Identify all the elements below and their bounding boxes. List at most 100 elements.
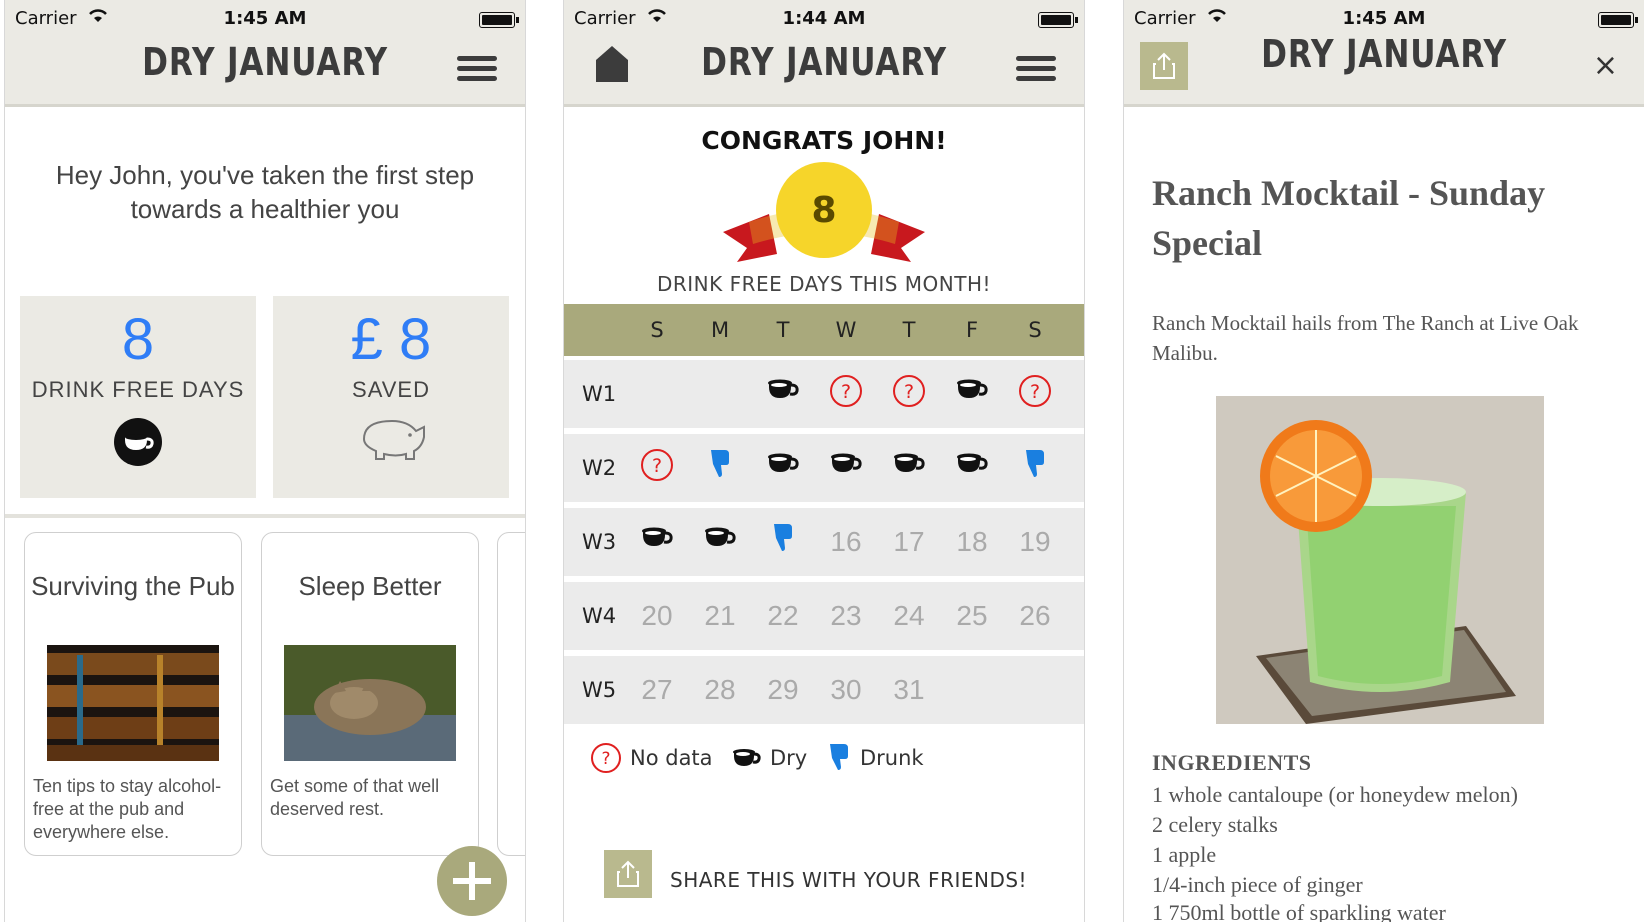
- ingredient-item: 1 750ml bottle of sparkling water: [1152, 900, 1446, 922]
- day-no-data-icon[interactable]: ?: [633, 448, 681, 488]
- day-number[interactable]: 19: [1011, 522, 1059, 562]
- article-card-partial[interactable]: [497, 532, 525, 856]
- calendar-week-row: W5 27 28 29 30 31: [564, 656, 1084, 724]
- calendar-week-row: W1???: [564, 360, 1084, 428]
- weekday-label: S: [650, 318, 664, 342]
- svg-text:?: ?: [652, 455, 662, 477]
- share-button[interactable]: SHARE THIS WITH YOUR FRIENDS!: [670, 868, 1027, 892]
- badge-count: 8: [811, 190, 837, 231]
- day-dry-icon[interactable]: [759, 374, 807, 414]
- weekday-label: T: [902, 318, 916, 342]
- day-number[interactable]: 30: [822, 670, 870, 710]
- ingredients-heading: INGREDIENTS: [1152, 750, 1312, 775]
- sleeping-cat-image: [284, 645, 456, 761]
- day-number[interactable]: 16: [822, 522, 870, 562]
- calendar-week-row: W3 16 17 18 19: [564, 508, 1084, 576]
- weekday-label: T: [776, 318, 790, 342]
- money-saved-tile[interactable]: £ 8 SAVED: [273, 296, 509, 498]
- clock: 1:45 AM: [223, 8, 307, 29]
- calendar-legend: ? No data Dry Drunk: [564, 738, 1084, 778]
- menu-icon[interactable]: [457, 56, 497, 86]
- weekday-label: M: [710, 318, 730, 342]
- day-number[interactable]: 31: [885, 670, 933, 710]
- app-title: DRY JANUARY: [1261, 32, 1507, 76]
- ingredient-item: 2 celery stalks: [1152, 812, 1278, 837]
- day-number[interactable]: 29: [759, 670, 807, 710]
- drink-free-days-tile[interactable]: 8 DRINK FREE DAYS: [20, 296, 256, 498]
- week-label: W3: [582, 530, 617, 554]
- day-number[interactable]: 25: [948, 596, 996, 636]
- money-saved-amount: £ 8: [350, 307, 432, 372]
- day-no-data-icon[interactable]: ?: [885, 374, 933, 414]
- add-button[interactable]: [437, 846, 507, 916]
- day-dry-icon[interactable]: [885, 448, 933, 488]
- battery-icon: [1038, 12, 1078, 28]
- calendar-week-row: W4 20 21 22 23 24 25 26: [564, 582, 1084, 650]
- day-drunk-icon[interactable]: [1011, 448, 1059, 488]
- battery-icon: [479, 12, 519, 28]
- week-label: W4: [582, 604, 617, 628]
- week-label: W5: [582, 678, 617, 702]
- clock: 1:45 AM: [1342, 8, 1426, 29]
- day-number[interactable]: 24: [885, 596, 933, 636]
- greeting-line-1: Hey John, you've taken the first step: [55, 160, 475, 190]
- legend-dry-label: Dry: [770, 746, 808, 770]
- weekday-label: W: [835, 318, 857, 342]
- day-number[interactable]: 23: [822, 596, 870, 636]
- calendar-week-row: W2?: [564, 434, 1084, 502]
- status-bar: Carrier 1:44 AM: [564, 0, 1084, 36]
- day-dry-icon[interactable]: [696, 522, 744, 562]
- greeting-line-2: towards a healthier you: [130, 194, 400, 224]
- menu-icon[interactable]: [1016, 56, 1056, 86]
- day-dry-icon[interactable]: [948, 374, 996, 414]
- ingredient-item: 1/4-inch piece of ginger: [1152, 872, 1363, 897]
- legend-drunk-label: Drunk: [860, 746, 924, 770]
- ingredient-item: 1 apple: [1152, 842, 1217, 867]
- article-title: Surviving the Pub: [31, 571, 235, 601]
- day-number[interactable]: 27: [633, 670, 681, 710]
- day-number[interactable]: 22: [759, 596, 807, 636]
- clock: 1:44 AM: [782, 8, 866, 29]
- battery-icon: [1598, 12, 1638, 28]
- no-data-icon: ?: [591, 743, 621, 773]
- congrats-heading: CONGRATS JOHN!: [701, 126, 947, 155]
- weekday-label: F: [965, 318, 979, 342]
- recipe-description: Ranch Mocktail hails from The Ranch at L…: [1152, 311, 1579, 365]
- day-number[interactable]: 21: [696, 596, 744, 636]
- day-dry-icon[interactable]: [822, 448, 870, 488]
- article-card-sleep[interactable]: Sleep Better Get some of that well deser…: [261, 532, 479, 856]
- weekday-label: S: [1028, 318, 1042, 342]
- week-label: W1: [582, 382, 617, 406]
- mocktail-image: [1216, 396, 1544, 724]
- day-number[interactable]: 18: [948, 522, 996, 562]
- dry-cup-icon: [114, 418, 162, 466]
- article-card-pub[interactable]: Surviving the Pub Ten tips to stay alcoh…: [24, 532, 242, 856]
- day-dry-icon[interactable]: [759, 448, 807, 488]
- nav-bar: Carrier 1:45 AM DRY JANUARY: [5, 0, 525, 107]
- dry-cup-icon: [733, 749, 761, 766]
- day-number[interactable]: 28: [696, 670, 744, 710]
- status-bar: Carrier 1:45 AM: [1124, 0, 1644, 36]
- share-icon[interactable]: [604, 850, 652, 898]
- day-no-data-icon[interactable]: ?: [822, 374, 870, 414]
- day-number[interactable]: 20: [633, 596, 681, 636]
- share-arrow-icon: [617, 860, 639, 887]
- close-icon[interactable]: ×: [1593, 48, 1618, 83]
- day-drunk-icon[interactable]: [696, 448, 744, 488]
- drink-free-days-count: 8: [121, 307, 155, 372]
- day-dry-icon[interactable]: [948, 448, 996, 488]
- ingredient-item: 1 whole cantaloupe (or honeydew melon): [1152, 782, 1518, 807]
- piggy-bank-icon: [362, 419, 425, 460]
- nav-bar: Carrier 1:44 AM DRY JANUARY: [564, 0, 1084, 107]
- drink-free-days-label: DRINK FREE DAYS: [31, 377, 245, 402]
- nav-bar: Carrier 1:45 AM DRY JANUARY ×: [1124, 0, 1644, 107]
- pub-shelves-image: [47, 645, 219, 761]
- day-dry-icon[interactable]: [633, 522, 681, 562]
- app-title: DRY JANUARY: [701, 40, 947, 84]
- day-no-data-icon[interactable]: ?: [1011, 374, 1059, 414]
- day-drunk-icon[interactable]: [759, 522, 807, 562]
- day-number[interactable]: 26: [1011, 596, 1059, 636]
- day-number[interactable]: 17: [885, 522, 933, 562]
- article-description: Get some of that well deserved rest.: [270, 776, 440, 819]
- svg-text:?: ?: [841, 381, 851, 403]
